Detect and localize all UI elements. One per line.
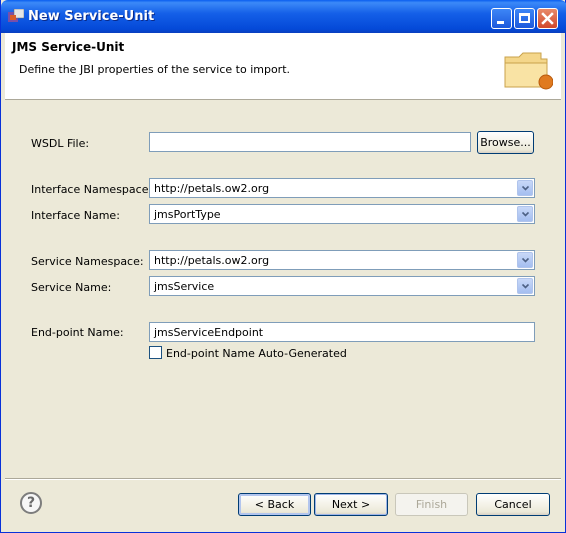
back-button-label: < Back bbox=[254, 498, 295, 511]
wsdl-file-input[interactable] bbox=[149, 132, 471, 152]
interface-name-label: Interface Name: bbox=[31, 209, 120, 222]
next-button-label: Next > bbox=[331, 498, 371, 511]
endpoint-auto-checkbox[interactable] bbox=[149, 346, 162, 359]
dropdown-button[interactable] bbox=[517, 180, 533, 196]
interface-name-combo[interactable]: jmsPortType bbox=[149, 204, 535, 224]
interface-name-value: jmsPortType bbox=[154, 208, 221, 221]
chevron-down-icon bbox=[522, 283, 529, 289]
next-button[interactable]: Next > bbox=[314, 493, 388, 516]
dropdown-button[interactable] bbox=[517, 278, 533, 294]
window-title: New Service-Unit bbox=[28, 9, 155, 24]
close-button[interactable] bbox=[537, 8, 558, 29]
eclipse-app-icon bbox=[8, 9, 24, 22]
chevron-down-icon bbox=[522, 257, 529, 263]
maximize-icon bbox=[519, 13, 530, 23]
interface-namespace-label: Interface Namespace: bbox=[31, 183, 153, 196]
service-name-value: jmsService bbox=[154, 280, 215, 293]
folder-wizard-icon bbox=[504, 52, 553, 90]
help-icon[interactable]: ? bbox=[20, 492, 42, 514]
finish-button-label: Finish bbox=[415, 498, 448, 511]
close-icon bbox=[541, 12, 554, 25]
maximize-button[interactable] bbox=[514, 8, 535, 29]
wsdl-file-label: WSDL File: bbox=[31, 137, 90, 150]
cancel-button[interactable]: Cancel bbox=[476, 493, 550, 516]
endpoint-name-label: End-point Name: bbox=[31, 326, 124, 339]
interface-namespace-combo[interactable]: http://petals.ow2.org bbox=[149, 178, 535, 198]
service-name-label: Service Name: bbox=[31, 281, 112, 294]
cancel-button-label: Cancel bbox=[494, 498, 532, 511]
title-bar[interactable]: New Service-Unit bbox=[1, 0, 566, 33]
dialog-window: New Service-Unit JMS Service-Unit Define… bbox=[0, 0, 566, 533]
minimize-button[interactable] bbox=[491, 8, 512, 29]
page-description: Define the JBI properties of the service… bbox=[19, 63, 291, 76]
browse-button[interactable]: Browse... bbox=[477, 131, 534, 154]
endpoint-name-input[interactable]: jmsServiceEndpoint bbox=[149, 322, 535, 342]
browse-button-label: Browse... bbox=[480, 136, 531, 149]
service-namespace-label: Service Namespace: bbox=[31, 255, 144, 268]
service-namespace-combo[interactable]: http://petals.ow2.org bbox=[149, 250, 535, 270]
finish-button: Finish bbox=[395, 493, 468, 516]
chevron-down-icon bbox=[522, 185, 529, 191]
dropdown-button[interactable] bbox=[517, 252, 533, 268]
back-button[interactable]: < Back bbox=[238, 493, 311, 516]
service-name-combo[interactable]: jmsService bbox=[149, 276, 535, 296]
dropdown-button[interactable] bbox=[517, 206, 533, 222]
page-title: JMS Service-Unit bbox=[12, 40, 125, 54]
minimize-icon bbox=[497, 21, 504, 24]
wizard-header: JMS Service-Unit Define the JBI properti… bbox=[5, 33, 561, 100]
service-namespace-value: http://petals.ow2.org bbox=[154, 254, 270, 267]
interface-namespace-value: http://petals.ow2.org bbox=[154, 182, 270, 195]
chevron-down-icon bbox=[522, 211, 529, 217]
endpoint-auto-label[interactable]: End-point Name Auto-Generated bbox=[166, 347, 347, 360]
